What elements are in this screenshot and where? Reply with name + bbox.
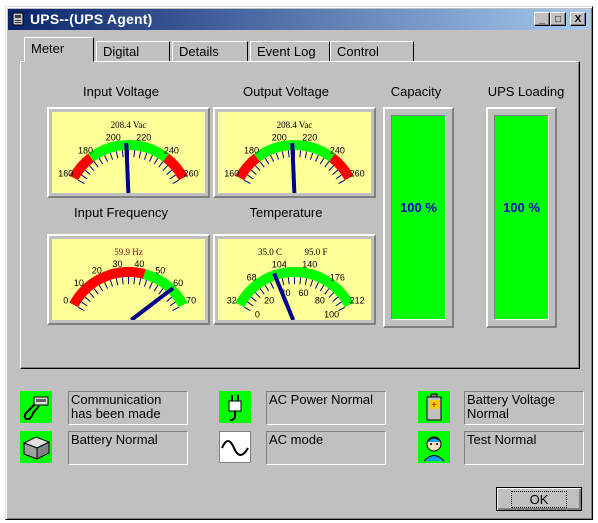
- gauge-scale-label: 160: [58, 169, 73, 179]
- gauge-needle: [290, 142, 297, 193]
- gauge-scale-label: 140: [302, 260, 317, 270]
- output-voltage-gauge: 208.4 Vac 160 180 200 220 240 260: [213, 107, 376, 198]
- temperature-fahrenheit-reading: 95.0 F: [304, 247, 327, 257]
- gauge-scale-label: 60: [299, 288, 309, 298]
- gauge-scale-label: 60: [173, 278, 183, 288]
- ok-button[interactable]: OK: [496, 487, 582, 511]
- battery-status: Battery Normal: [68, 431, 188, 465]
- gauge-scale-label: 200: [106, 133, 121, 143]
- tab-digital[interactable]: Digital: [96, 41, 170, 62]
- ups-loading-bar: 100 %: [486, 107, 557, 328]
- ups-loading-value: 100 %: [503, 200, 540, 215]
- input-voltage-label: Input Voltage: [83, 84, 159, 99]
- gauge-scale-label: 70: [186, 296, 196, 306]
- ups-box-icon: [20, 431, 52, 463]
- svg-text:+: +: [431, 400, 437, 411]
- capacity-value: 100 %: [400, 200, 437, 215]
- gauge-scale-label: 50: [155, 265, 165, 275]
- title-bar[interactable]: UPS--(UPS Agent) _ □ X: [8, 9, 590, 30]
- gauge-needle: [124, 142, 131, 193]
- tab-details[interactable]: Details: [172, 41, 248, 62]
- tab-event-log[interactable]: Event Log: [250, 41, 330, 62]
- capacity-bar: 100 %: [383, 107, 454, 328]
- gauge-scale-label: 32: [227, 296, 237, 306]
- gauge-scale-label: 68: [247, 272, 257, 282]
- power-plug-icon: [219, 391, 251, 423]
- input-frequency-gauge: 59.9 Hz 0 10 20 30 40 50 60 70: [47, 234, 210, 325]
- test-status: Test Normal: [464, 431, 584, 465]
- communication-status: Communication has been made: [68, 391, 188, 425]
- ups-loading-bar-fill: [495, 116, 548, 319]
- ups-loading-label: UPS Loading: [487, 84, 565, 99]
- gauge-scale-label: 10: [74, 278, 84, 288]
- gauge-scale-label: 212: [350, 296, 365, 306]
- gauge-scale-label: 160: [224, 169, 239, 179]
- gauge-scale-label: 240: [164, 145, 179, 155]
- gauge-scale-label: 180: [78, 145, 93, 155]
- sine-wave-icon: [219, 431, 251, 463]
- output-voltage-label: Output Voltage: [242, 84, 329, 99]
- input-voltage-gauge: 208.4 Vac 160 180 200 220 240 260: [47, 107, 210, 198]
- gauge-scale-label: 80: [315, 296, 325, 306]
- gauge-scale-label: 30: [113, 259, 123, 269]
- output-voltage-reading: 208.4 Vac: [277, 120, 313, 130]
- minimize-button[interactable]: _: [534, 12, 550, 26]
- temperature-label: Temperature: [249, 205, 323, 220]
- gauge-scale-label: 20: [92, 265, 102, 275]
- tab-control[interactable]: Control: [330, 41, 414, 62]
- gauge-scale-label: 220: [302, 133, 317, 143]
- cable-plug-icon: [20, 391, 52, 423]
- gauge-scale-label: 0: [255, 309, 260, 319]
- gauge-scale-label: 0: [63, 296, 68, 306]
- capacity-bar-fill: [392, 116, 445, 319]
- ac-power-status: AC Power Normal: [266, 391, 386, 425]
- battery-icon: +: [418, 391, 450, 423]
- ok-button-label: OK: [510, 490, 568, 508]
- gauge-scale-label: 104: [272, 260, 287, 270]
- tab-meter[interactable]: Meter: [24, 37, 94, 62]
- gauge-scale-label: 220: [136, 133, 151, 143]
- capacity-label: Capacity: [390, 84, 442, 99]
- temperature-gauge: 35.0 C 95.0 F 32 68 104 140 176 212 0 20 40 60 80 1…: [213, 234, 376, 325]
- input-frequency-reading: 59.9 Hz: [114, 247, 143, 257]
- gauge-scale-label: 20: [264, 296, 274, 306]
- gauge-scale-label: 260: [184, 169, 199, 179]
- ups-agent-window: UPS--(UPS Agent) _ □ X Meter Digital Det…: [5, 6, 593, 520]
- maximize-button[interactable]: □: [550, 12, 566, 26]
- technician-icon: [418, 431, 450, 463]
- window-title: UPS--(UPS Agent): [30, 11, 153, 27]
- meter-panel: Input Voltage Output Voltage Capacity UP…: [20, 61, 580, 369]
- gauge-scale-label: 240: [330, 145, 345, 155]
- gauge-scale-label: 260: [350, 169, 365, 179]
- gauge-scale-label: 180: [244, 145, 259, 155]
- gauge-scale-label: 200: [272, 133, 287, 143]
- gauge-scale-label: 100: [324, 309, 339, 319]
- input-voltage-reading: 208.4 Vac: [111, 120, 147, 130]
- temperature-celsius-reading: 35.0 C: [258, 247, 282, 257]
- gauge-scale-label: 40: [134, 259, 144, 269]
- close-button[interactable]: X: [570, 12, 586, 26]
- ac-mode-status: AC mode: [266, 431, 386, 465]
- gauge-scale-label: 176: [330, 272, 345, 282]
- battery-voltage-status: Battery Voltage Normal: [464, 391, 584, 425]
- input-frequency-label: Input Frequency: [74, 205, 168, 220]
- ups-app-icon: [12, 12, 24, 26]
